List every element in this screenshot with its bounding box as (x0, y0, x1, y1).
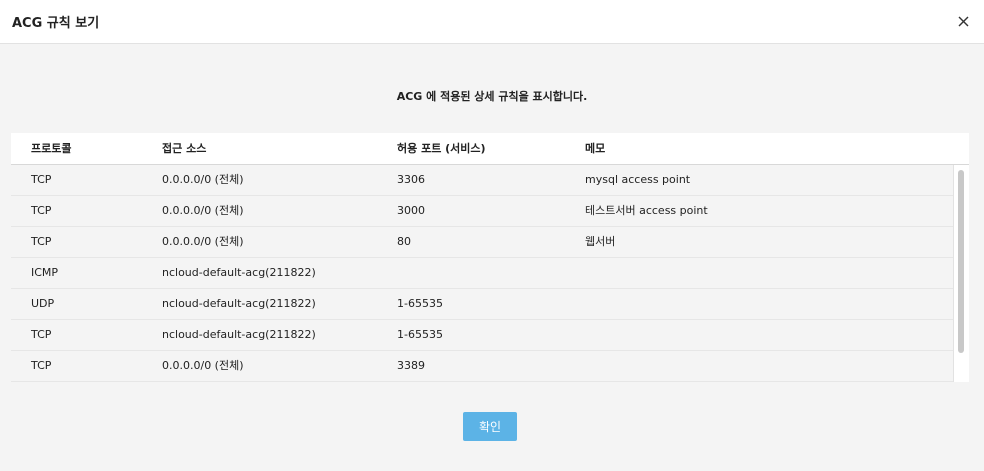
scrollbar-thumb[interactable] (958, 170, 964, 353)
cell-protocol: TCP (31, 359, 52, 372)
cell-protocol: TCP (31, 328, 52, 341)
cell-allowed-port: 3306 (397, 173, 425, 186)
header-allowed-port: 허용 포트 (서비스) (397, 142, 486, 155)
cell-access-source: ncloud-default-acg(211822) (162, 328, 316, 341)
cell-allowed-port: 3389 (397, 359, 425, 372)
cell-protocol: UDP (31, 297, 55, 310)
table-row: TCP 0.0.0.0/0 (전체) 3000 테스트서버 access poi… (11, 196, 953, 227)
table-row: TCP 0.0.0.0/0 (전체) 3389 (11, 351, 953, 382)
confirm-button[interactable]: 확인 (463, 412, 517, 441)
dialog-description: ACG 에 적용된 상세 규칙을 표시합니다. (396, 90, 588, 103)
cell-access-source: ncloud-default-acg(211822) (162, 297, 316, 310)
cell-allowed-port: 3000 (397, 204, 425, 217)
header-memo: 메모 (585, 142, 606, 155)
cell-access-source: ncloud-default-acg(211822) (162, 266, 316, 279)
cell-memo: 테스트서버 access point (585, 204, 708, 217)
cell-memo: 웹서버 (585, 235, 616, 248)
table-body: TCP 0.0.0.0/0 (전체) 3306 mysql access poi… (11, 165, 969, 382)
table-row: TCP 0.0.0.0/0 (전체) 3306 mysql access poi… (11, 165, 953, 196)
acg-rules-dialog: ACG 규칙 보기 ACG 에 적용된 상세 규칙을 표시합니다. 프로토콜 접… (0, 0, 984, 471)
cell-protocol: ICMP (31, 266, 59, 279)
table-row: UDP ncloud-default-acg(211822) 1-65535 (11, 289, 953, 320)
cell-allowed-port: 1-65535 (397, 328, 443, 341)
cell-memo: mysql access point (585, 173, 691, 186)
cell-allowed-port: 1-65535 (397, 297, 443, 310)
table-row: TCP ncloud-default-acg(211822) 1-65535 (11, 320, 953, 351)
cell-access-source: 0.0.0.0/0 (전체) (162, 235, 244, 248)
close-icon (958, 16, 968, 27)
rules-table: 프로토콜 접근 소스 허용 포트 (서비스) 메모 TCP 0.0.0.0/0 … (11, 133, 969, 382)
cell-access-source: 0.0.0.0/0 (전체) (162, 359, 244, 372)
table-scrollbar[interactable] (953, 165, 969, 382)
dialog-header: ACG 규칙 보기 (0, 0, 984, 44)
cell-protocol: TCP (31, 173, 52, 186)
cell-access-source: 0.0.0.0/0 (전체) (162, 204, 244, 217)
header-protocol: 프로토콜 (31, 142, 72, 155)
dialog-title: ACG 규칙 보기 (12, 16, 100, 31)
cell-protocol: TCP (31, 235, 52, 248)
cell-access-source: 0.0.0.0/0 (전체) (162, 173, 244, 186)
table-row: TCP 0.0.0.0/0 (전체) 80 웹서버 (11, 227, 953, 258)
cell-allowed-port: 80 (397, 235, 411, 248)
table-row: ICMP ncloud-default-acg(211822) (11, 258, 953, 289)
close-button[interactable] (954, 13, 972, 31)
header-access-source: 접근 소스 (162, 142, 207, 155)
table-header: 프로토콜 접근 소스 허용 포트 (서비스) 메모 (11, 133, 969, 165)
cell-protocol: TCP (31, 204, 52, 217)
